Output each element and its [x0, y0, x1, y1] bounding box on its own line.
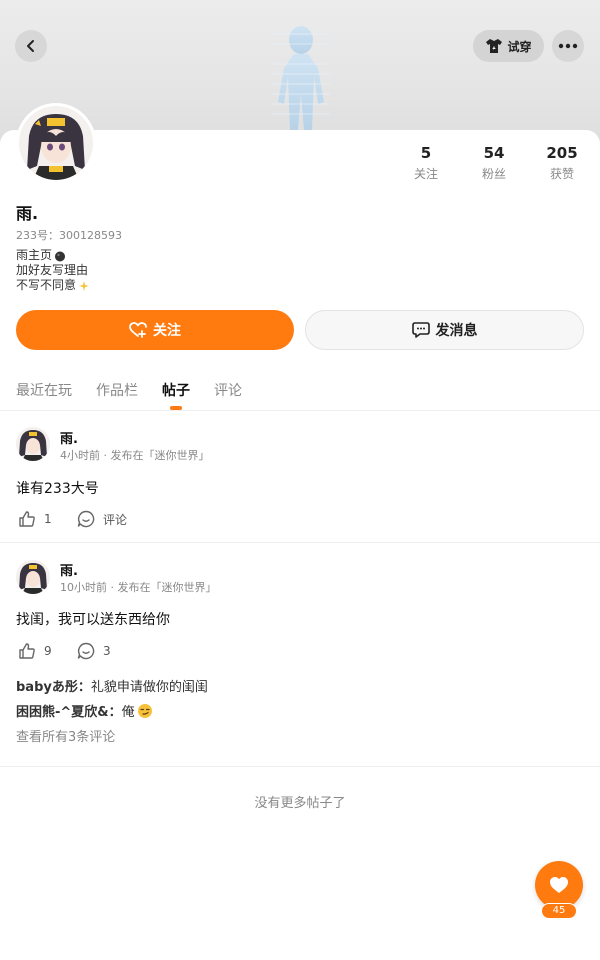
no-more-posts-text: 没有更多帖子了 [254, 796, 346, 811]
comment-preview[interactable]: 困困熊-^夏欣&： 俺 [16, 701, 153, 720]
bomb-emoji-icon [55, 251, 66, 261]
like-count: 9 [44, 644, 52, 658]
like-count: 1 [44, 512, 52, 526]
stat-following[interactable]: 5 关注 [396, 143, 456, 182]
user-id: 233号：300128593 [16, 229, 122, 242]
profile-tabs: 最近在玩 作品栏 帖子 评论 [0, 374, 600, 411]
floating-like-count: 45 [541, 903, 577, 919]
stat-likes[interactable]: 205 获赞 [532, 143, 592, 182]
tab-works[interactable]: 作品栏 [96, 380, 138, 400]
post-author-avatar[interactable] [16, 560, 50, 594]
post-avatar-image [16, 560, 50, 594]
followers-count: 54 [483, 144, 505, 162]
try-on-button[interactable]: 试穿 [473, 30, 544, 62]
following-count: 5 [420, 144, 432, 162]
back-button[interactable] [15, 30, 47, 62]
tab-comments[interactable]: 评论 [214, 380, 242, 400]
floating-like-button[interactable] [535, 861, 583, 909]
thumbs-up-icon [19, 643, 35, 659]
follow-button[interactable]: 关注 [16, 310, 294, 350]
post-text: 谁有233大号 [16, 481, 99, 497]
try-on-label: 试穿 [507, 39, 532, 54]
post-meta: 10小时前 · 发布在「迷你世界」 [60, 581, 217, 594]
like-button[interactable]: 1 [18, 510, 52, 528]
post-avatar-image [16, 427, 50, 461]
tab-posts[interactable]: 帖子 [162, 380, 190, 400]
thumbs-up-icon [19, 511, 35, 527]
comment-text: 礼貌申请做你的闺闺 [90, 680, 208, 695]
comment-text: 俺 [121, 705, 135, 720]
post-text: 找闺，我可以送东西给你 [16, 612, 170, 628]
tab-recently-played[interactable]: 最近在玩 [16, 380, 72, 400]
more-button[interactable] [552, 30, 584, 62]
active-tab-indicator [170, 406, 182, 410]
post-author-name[interactable]: 雨. [60, 560, 78, 579]
post-item[interactable]: 雨. 10小时前 · 发布在「迷你世界」 找闺，我可以送东西给你 9 3 bab… [0, 543, 600, 766]
comment-user[interactable]: babyあ彤： [16, 676, 91, 695]
chat-bubble-icon [411, 322, 430, 338]
shirt-icon [486, 39, 503, 53]
comment-label: 评论 [103, 512, 128, 527]
heart-plus-icon [129, 322, 147, 338]
following-label: 关注 [413, 167, 438, 181]
like-button[interactable]: 9 [18, 642, 52, 660]
likes-label: 获赞 [549, 167, 574, 181]
comment-icon [77, 642, 95, 660]
bio-line-1: 雨主页 [16, 248, 53, 262]
sparkles-emoji-icon [79, 280, 90, 291]
post-meta: 4小时前 · 发布在「迷你世界」 [60, 449, 210, 462]
username: 雨. [16, 204, 39, 223]
comment-button[interactable]: 3 [77, 642, 111, 660]
bio: 雨主页 加好友写理由 不写不同意 [16, 248, 90, 293]
view-all-comments-link[interactable]: 查看所有3条评论 [16, 726, 115, 745]
avatar[interactable] [16, 103, 96, 183]
comment-icon [77, 510, 95, 528]
more-horizontal-icon [558, 43, 578, 49]
likes-count: 205 [546, 144, 578, 162]
anime-avatar-image [19, 106, 93, 180]
avatar-figure-silhouette [272, 26, 330, 130]
post-item[interactable]: 雨. 4小时前 · 发布在「迷你世界」 谁有233大号 1 评论 [0, 411, 600, 542]
smirk-emoji-icon [137, 703, 152, 718]
followers-label: 粉丝 [481, 167, 506, 181]
bio-line-2: 加好友写理由 [16, 263, 89, 277]
comment-button[interactable]: 评论 [77, 510, 127, 528]
comment-user[interactable]: 困困熊-^夏欣&： [16, 701, 122, 720]
comment-preview[interactable]: babyあ彤： 礼貌申请做你的闺闺 [16, 676, 208, 695]
post-divider [0, 766, 600, 767]
post-author-name[interactable]: 雨. [60, 428, 78, 447]
message-label: 发消息 [435, 323, 478, 339]
follow-label: 关注 [153, 323, 181, 339]
chevron-left-icon [27, 40, 34, 52]
bio-line-3: 不写不同意 [16, 278, 77, 292]
message-button[interactable]: 发消息 [305, 310, 584, 350]
stat-followers[interactable]: 54 粉丝 [464, 143, 524, 182]
post-author-avatar[interactable] [16, 427, 50, 461]
comment-count: 3 [103, 644, 111, 658]
heart-icon [550, 877, 568, 893]
